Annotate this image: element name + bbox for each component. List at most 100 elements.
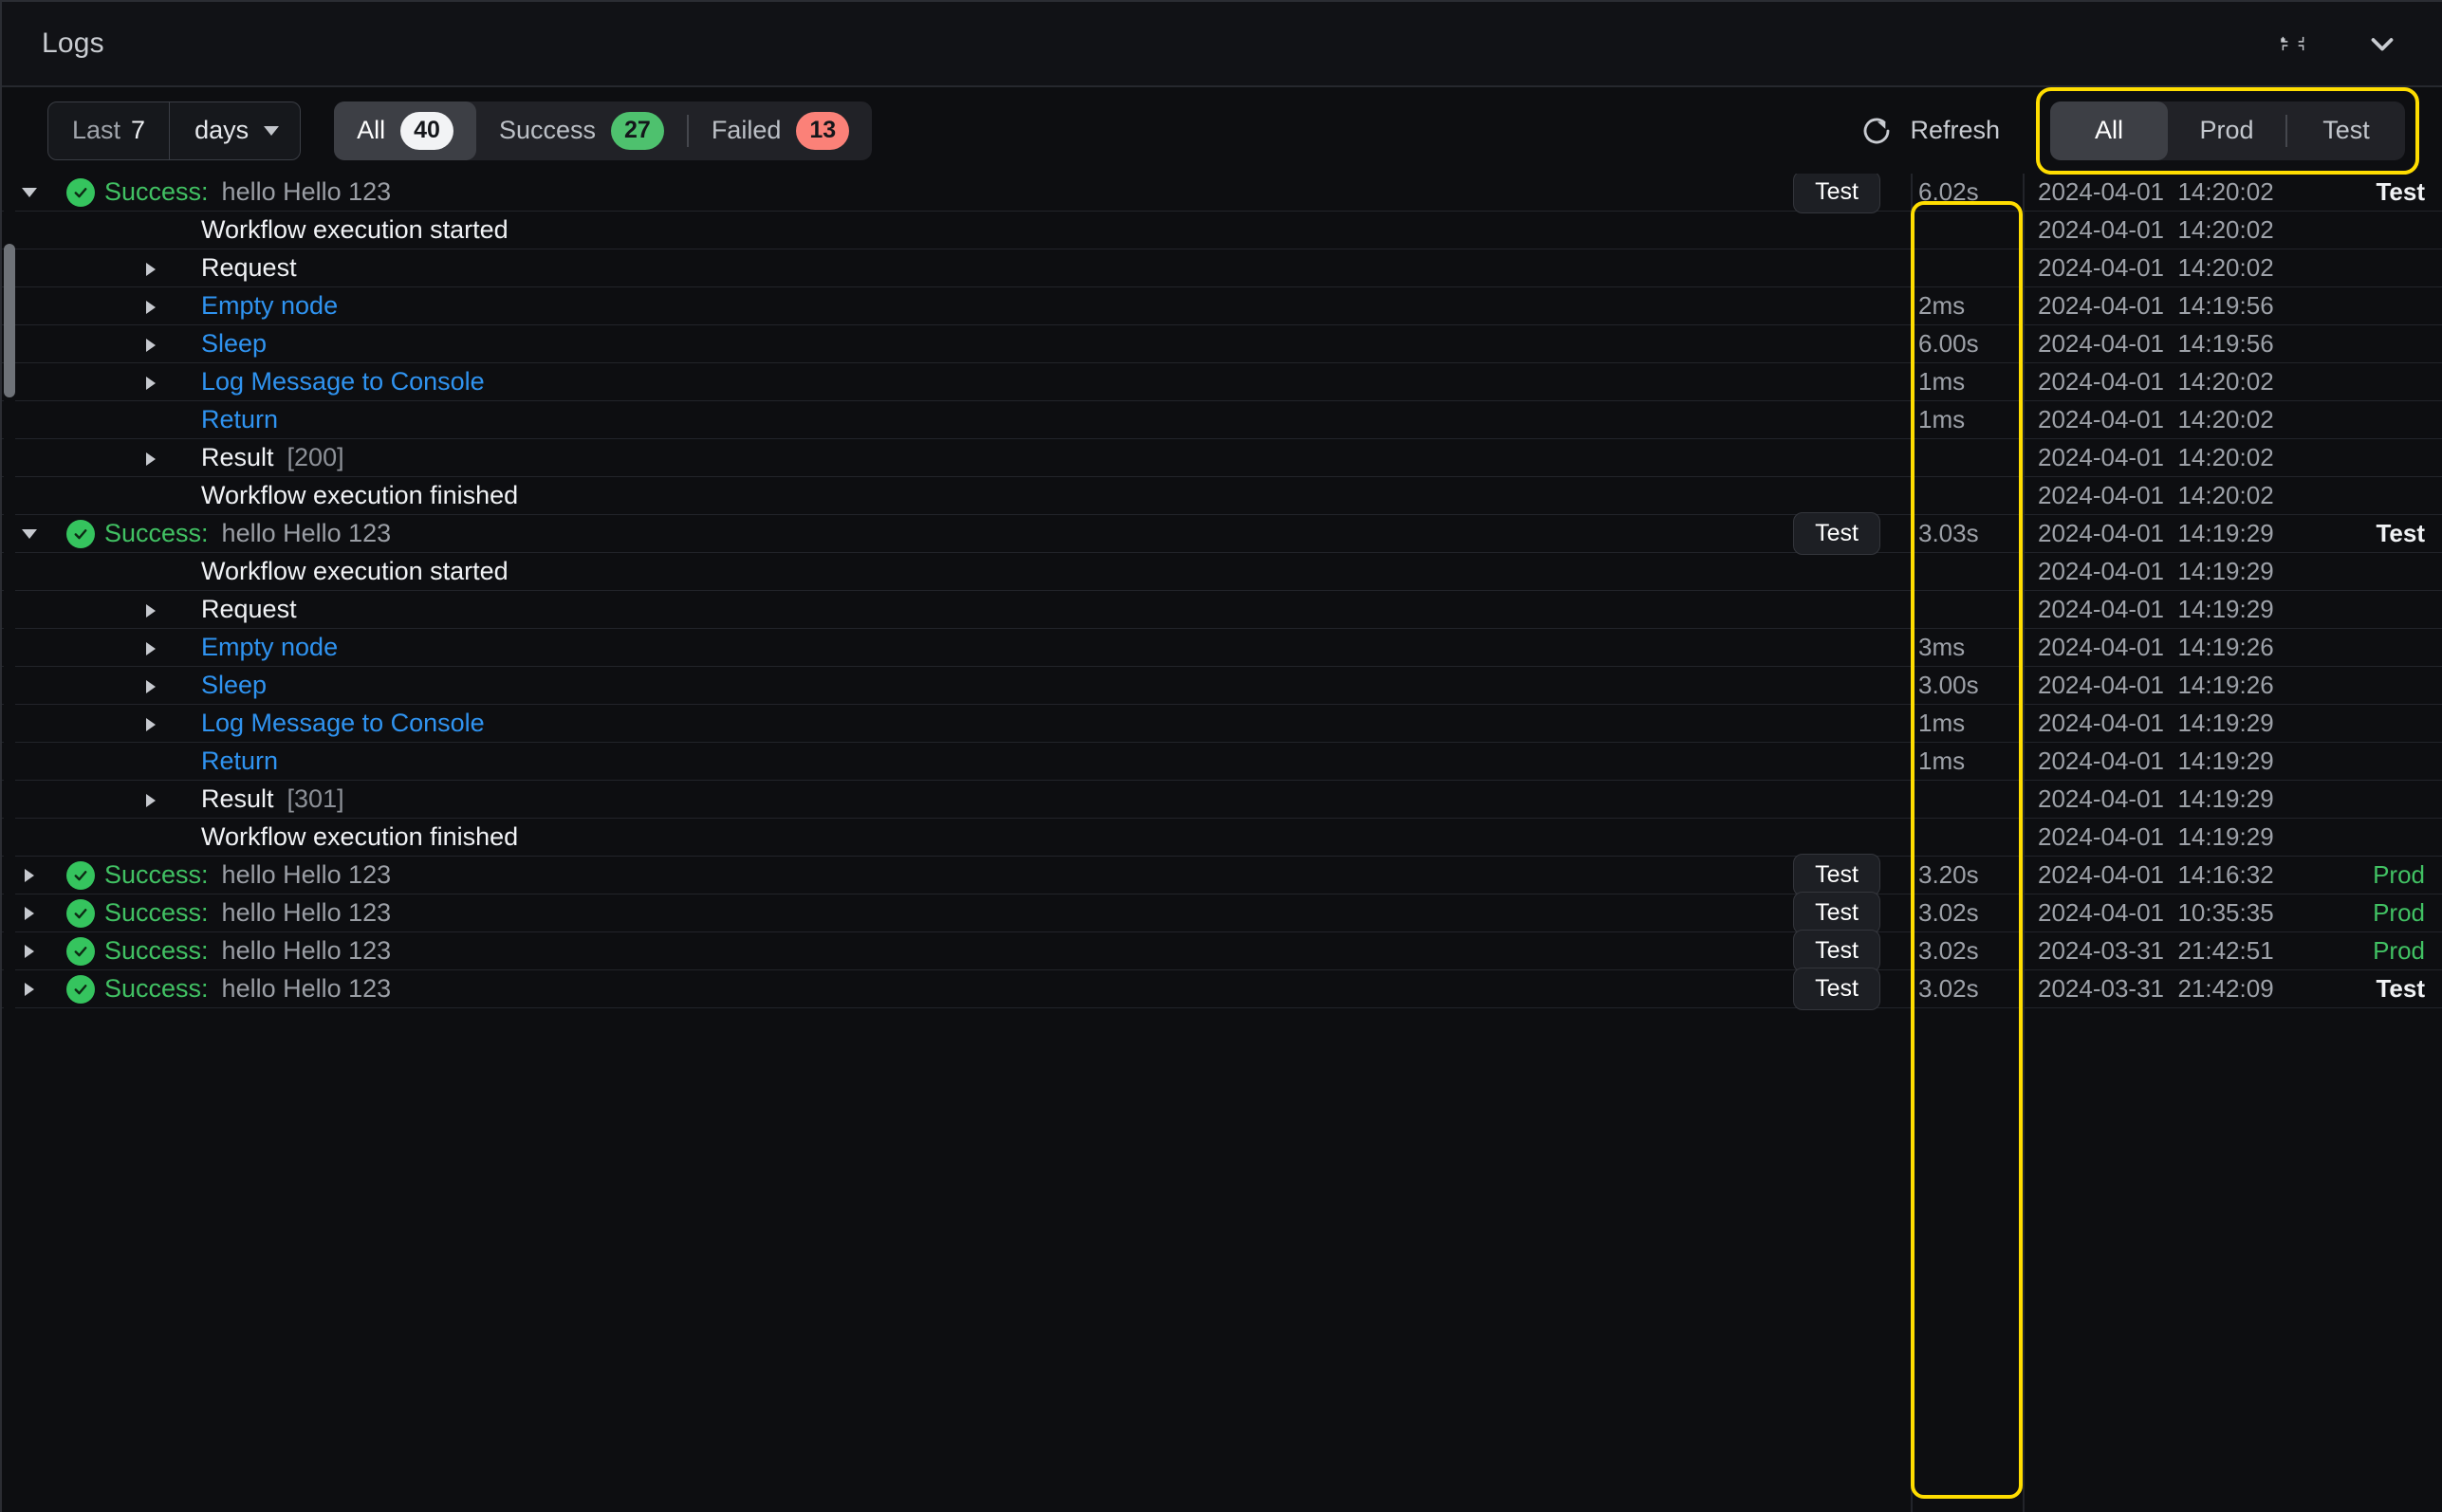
child-expand-toggle[interactable]	[146, 718, 188, 731]
range-unit-select[interactable]: days	[170, 102, 300, 159]
timestamp-date: 2024-04-01	[2038, 784, 2164, 813]
log-row-parent[interactable]: Success: hello Hello 123 Test 6.02s 2024-04-…	[2, 174, 2442, 213]
log-status-label: Success:	[104, 974, 209, 1003]
log-row-parent[interactable]: Success: hello Hello 123 Test 3.02s 2024-03-…	[2, 930, 2442, 972]
log-summary: Success: hello Hello 123	[104, 519, 1770, 548]
timestamp-date: 2024-04-01	[2038, 898, 2164, 927]
run-test-button[interactable]: Test	[1793, 174, 1880, 213]
log-row-child[interactable]: Return 1ms 2024-04-01 14:19:29	[2, 743, 2442, 781]
chevron-down-icon[interactable]	[2360, 22, 2404, 65]
child-expand-toggle[interactable]	[146, 339, 188, 352]
status-filter-failed[interactable]: Failed 13	[689, 101, 872, 160]
timestamp-cell: 2024-04-01 14:19:56	[2015, 291, 2328, 321]
duration-cell: 1ms	[1918, 405, 1966, 433]
chevron-right-icon	[146, 377, 156, 390]
node-link[interactable]: Log Message to Console	[201, 367, 485, 396]
log-row-child[interactable]: Empty node 2ms 2024-04-01 14:19:56	[2, 287, 2442, 325]
log-message: hello Hello 123	[221, 519, 392, 547]
log-row-child[interactable]: Log Message to Console 1ms 2024-04-01 14:1…	[2, 705, 2442, 743]
node-link[interactable]: Log Message to Console	[201, 709, 485, 738]
log-row-parent[interactable]: Success: hello Hello 123 Test 3.20s 2024-04-…	[2, 854, 2442, 896]
run-test-button[interactable]: Test	[1793, 930, 1880, 972]
node-link[interactable]: Empty node	[201, 291, 338, 321]
env-filter-prod[interactable]: Prod	[2168, 101, 2285, 160]
child-expand-toggle[interactable]	[146, 301, 188, 314]
chevron-right-icon	[146, 680, 156, 693]
status-filter-success-label: Success	[498, 116, 596, 144]
log-row-child[interactable]: Sleep 6.00s 2024-04-01 14:19:56	[2, 325, 2442, 363]
row-test-button-cell: Test	[1770, 968, 1903, 1010]
log-row-parent[interactable]: Success: hello Hello 123 Test 3.02s 2024-04-…	[2, 892, 2442, 934]
env-filter-test[interactable]: Test	[2287, 101, 2405, 160]
child-expand-toggle[interactable]	[146, 263, 188, 276]
env-filter-group: All Prod Test	[2050, 101, 2405, 160]
chevron-right-icon	[146, 339, 156, 352]
row-test-button-cell: Test	[1770, 930, 1903, 972]
node-link[interactable]: Empty node	[201, 633, 338, 662]
log-row-child[interactable]: Log Message to Console 1ms 2024-04-01 14:2…	[2, 363, 2442, 401]
timestamp-cell: 2024-04-01 14:20:02	[2015, 177, 2328, 207]
titlebar-actions	[2271, 2, 2404, 85]
refresh-button[interactable]: Refresh	[1859, 114, 2000, 148]
range-amount-field[interactable]: Last 7	[48, 101, 171, 159]
log-row-child[interactable]: Workflow execution started 2024-04-01 14:…	[2, 553, 2442, 591]
log-row-parent[interactable]: Success: hello Hello 123 Test 3.02s 2024-03-…	[2, 968, 2442, 1010]
node-link[interactable]: Sleep	[201, 671, 267, 700]
env-filter-highlight: All Prod Test	[2036, 86, 2419, 175]
log-summary: Success: hello Hello 123	[104, 898, 1770, 928]
compress-icon[interactable]	[2271, 22, 2315, 65]
env-filter-all[interactable]: All	[2050, 101, 2168, 160]
result-code: [200]	[287, 443, 344, 471]
status-filter-all[interactable]: All 40	[334, 101, 476, 160]
child-expand-toggle[interactable]	[146, 794, 188, 807]
run-test-button[interactable]: Test	[1793, 512, 1880, 555]
log-row-child[interactable]: Sleep 3.00s 2024-04-01 14:19:26	[2, 667, 2442, 705]
duration-cell: 3.20s	[1918, 860, 1979, 889]
run-test-button[interactable]: Test	[1793, 892, 1880, 934]
node-link[interactable]: Sleep	[201, 329, 267, 359]
log-row-child[interactable]: Workflow execution started 2024-04-01 14:…	[2, 212, 2442, 249]
duration-cell: 3.02s	[1918, 974, 1979, 1003]
log-row-child[interactable]: Request 2024-04-01 14:20:02	[2, 249, 2442, 287]
log-list-scrollbar-thumb[interactable]	[4, 244, 15, 397]
timestamp-date: 2024-04-01	[2038, 633, 2164, 661]
status-filter-success[interactable]: Success 27	[476, 101, 687, 160]
chevron-right-icon	[146, 263, 156, 276]
log-message: hello Hello 123	[221, 860, 392, 889]
timestamp-cell: 2024-04-01 14:19:29	[2015, 822, 2328, 852]
log-text: Request	[201, 253, 297, 282]
child-expand-toggle[interactable]	[146, 604, 188, 618]
node-link[interactable]: Return	[201, 405, 278, 434]
child-expand-toggle[interactable]	[146, 680, 188, 693]
environment-label: Prod	[2373, 936, 2425, 965]
timestamp-date: 2024-04-01	[2038, 747, 2164, 775]
log-row-child[interactable]: Request 2024-04-01 14:19:29	[2, 591, 2442, 629]
time-range-picker[interactable]: Last 7 days	[47, 101, 302, 160]
timestamp-date: 2024-04-01	[2038, 709, 2164, 737]
timestamp-time: 14:19:26	[2177, 671, 2274, 699]
run-test-button[interactable]: Test	[1793, 968, 1880, 1010]
log-row-child[interactable]: Empty node 3ms 2024-04-01 14:19:26	[2, 629, 2442, 667]
log-status-label: Success:	[104, 177, 209, 206]
timestamp-time: 14:20:02	[2177, 215, 2274, 244]
log-row-child[interactable]: Result [200] 2024-04-01 14:20:02	[2, 439, 2442, 477]
status-filter-success-count: 27	[611, 111, 664, 150]
log-row-child[interactable]: Return 1ms 2024-04-01 14:20:02	[2, 401, 2442, 439]
environment-cell: Prod	[2328, 860, 2442, 890]
node-link[interactable]: Return	[201, 747, 278, 776]
run-test-button[interactable]: Test	[1793, 854, 1880, 896]
timestamp-cell: 2024-04-01 14:19:29	[2015, 709, 2328, 738]
log-child-content: Workflow execution started	[104, 215, 1770, 245]
log-row-child[interactable]: Workflow execution finished 2024-04-01 14…	[2, 477, 2442, 515]
chevron-right-icon	[25, 906, 34, 920]
log-row-child[interactable]: Result [301] 2024-04-01 14:19:29	[2, 781, 2442, 819]
child-expand-toggle[interactable]	[146, 452, 188, 466]
child-expand-toggle[interactable]	[146, 642, 188, 655]
timestamp-time: 21:42:09	[2177, 974, 2274, 1003]
log-row-child[interactable]: Workflow execution finished 2024-04-01 14…	[2, 819, 2442, 857]
child-expand-toggle[interactable]	[146, 377, 188, 390]
log-row-parent[interactable]: Success: hello Hello 123 Test 3.03s 2024-04-…	[2, 512, 2442, 555]
log-child-content: Log Message to Console	[104, 709, 1770, 738]
timestamp-time: 14:20:02	[2177, 443, 2274, 471]
environment-label: Prod	[2373, 860, 2425, 889]
